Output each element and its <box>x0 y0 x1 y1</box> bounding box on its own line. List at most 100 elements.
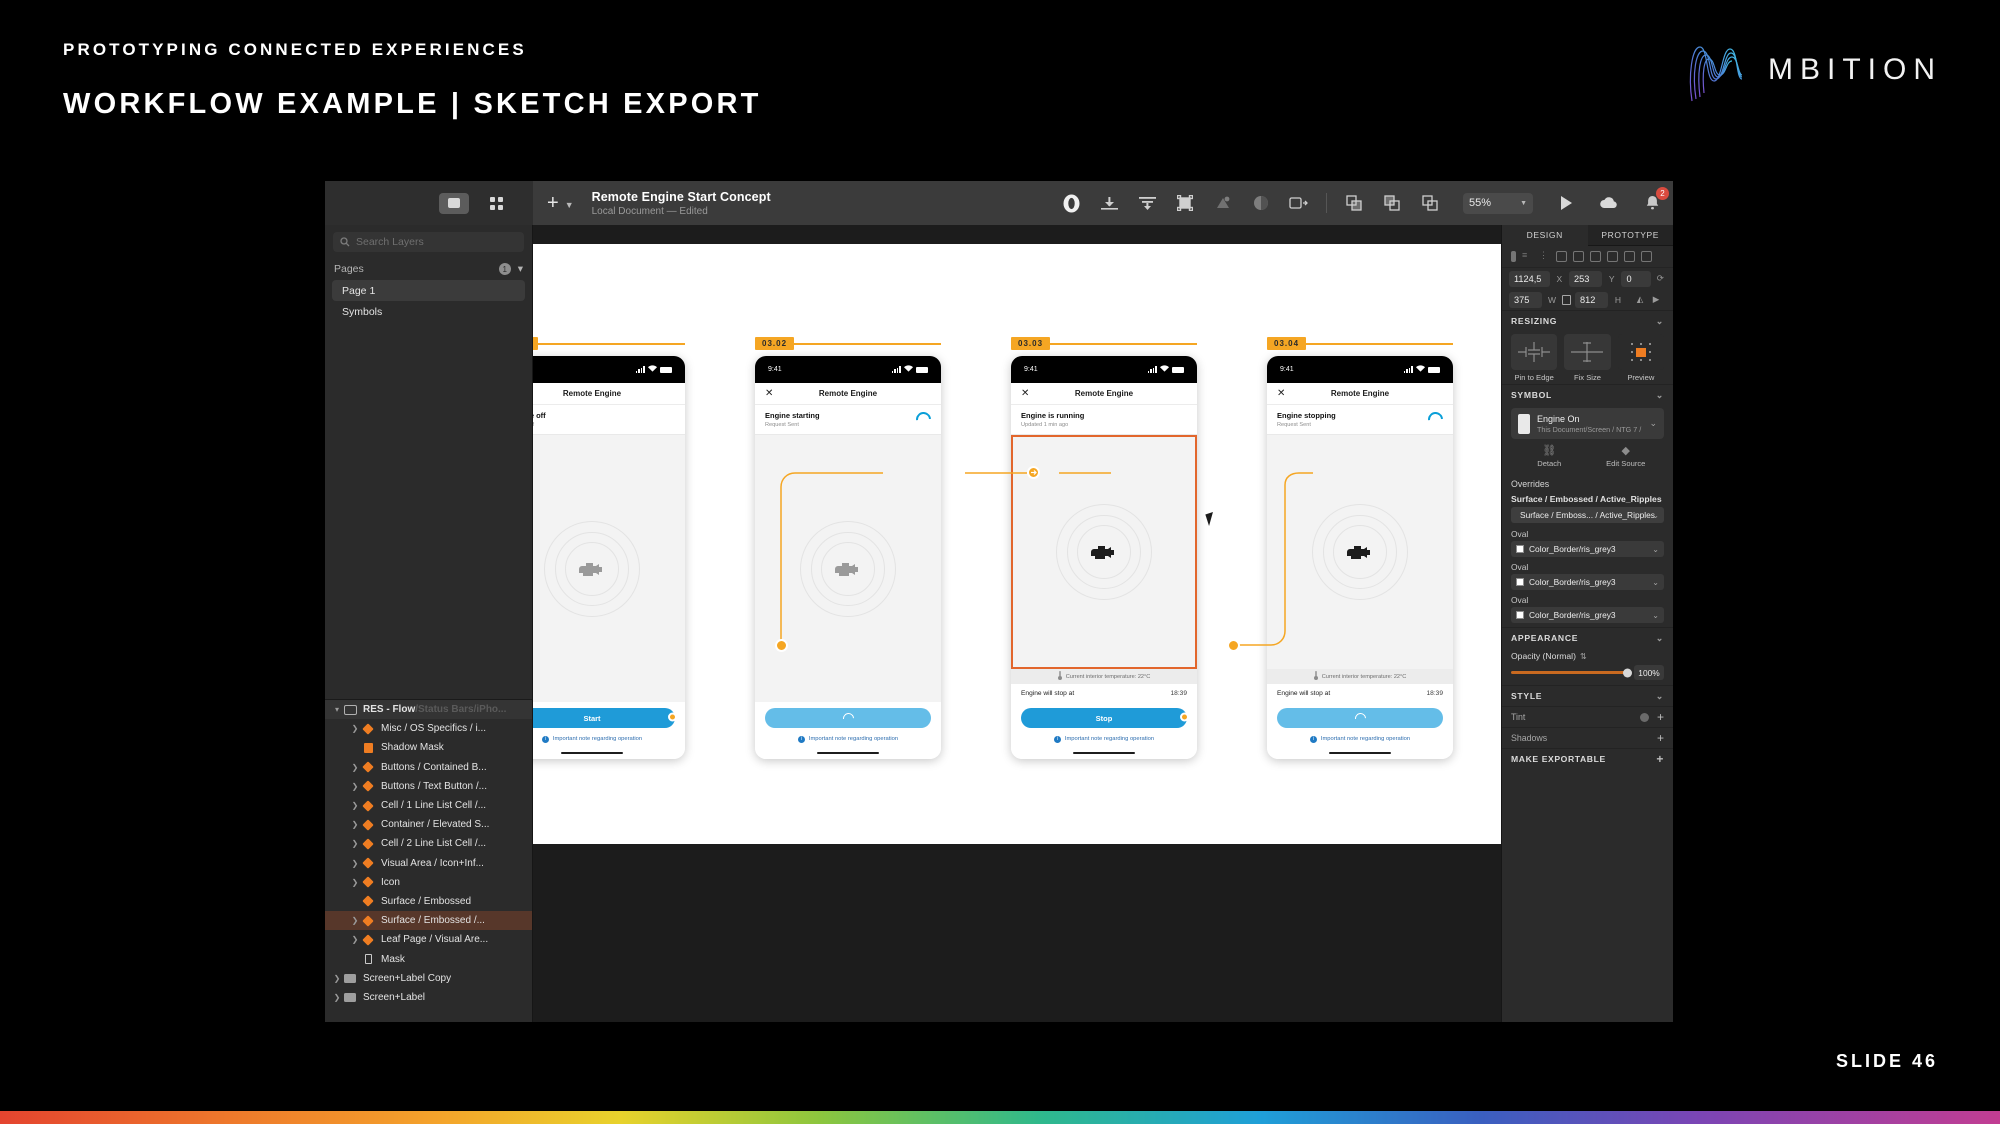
design-canvas[interactable]: 03.019:41Remote EngineEngine offEngine o… <box>533 225 1501 1022</box>
resize-preview-option[interactable]: Preview <box>1618 334 1664 382</box>
distribute-icon[interactable] <box>1098 192 1120 214</box>
override-color-select[interactable]: Color_Border/ris_grey3⌄ <box>1511 607 1664 623</box>
shadows-row[interactable]: Shadows + <box>1502 727 1673 748</box>
cloud-icon[interactable] <box>1598 192 1620 214</box>
chevron-down-icon[interactable]: ▾ <box>331 705 343 714</box>
layer-row[interactable]: ❯Buttons / Text Button /... <box>325 777 532 796</box>
grid-view-icon[interactable] <box>481 193 511 214</box>
tab-prototype[interactable]: PROTOTYPE <box>1588 225 1674 246</box>
engine-action-button[interactable]: Stop <box>1021 708 1187 728</box>
mask-icon[interactable] <box>1250 192 1272 214</box>
chevron-down-icon[interactable]: ⌄ <box>1656 691 1664 702</box>
chevron-right-icon[interactable]: ❯ <box>349 878 361 887</box>
layer-row[interactable]: ❯Cell / 2 Line List Cell /... <box>325 834 532 853</box>
align-icon[interactable] <box>1136 192 1158 214</box>
layer-row[interactable]: Mask <box>325 949 532 968</box>
override-color-select[interactable]: Color_Border/ris_grey3⌄ <box>1511 541 1664 557</box>
chevron-right-icon[interactable]: ❯ <box>349 859 361 868</box>
detach-button[interactable]: ⛓ Detach <box>1511 444 1588 468</box>
flip-horizontal-icon[interactable]: ◭ <box>1634 294 1646 305</box>
chevron-down-icon[interactable]: ⌄ <box>1656 316 1664 327</box>
chevron-right-icon[interactable]: ❯ <box>349 935 361 944</box>
artboard-view-icon[interactable] <box>439 193 469 214</box>
search-input[interactable]: Search Layers <box>333 232 524 252</box>
operation-note[interactable]: iImportant note regarding operation <box>755 731 941 747</box>
chevron-down-icon[interactable]: ▼ <box>565 200 574 210</box>
rotation-field[interactable]: 0 <box>1621 271 1650 287</box>
flatten-icon[interactable] <box>1212 192 1234 214</box>
x-field[interactable]: 1124,5 <box>1509 271 1550 287</box>
prototype-hotspot-node[interactable] <box>775 639 788 652</box>
chevron-right-icon[interactable]: ❯ <box>349 916 361 925</box>
distribute-v-icon[interactable] <box>1607 251 1618 262</box>
scale-icon[interactable] <box>1174 192 1196 214</box>
layer-row[interactable]: ❯Cell / 1 Line List Cell /... <box>325 796 532 815</box>
artboard[interactable]: 03.019:41Remote EngineEngine offEngine o… <box>533 356 685 759</box>
layer-row[interactable]: ❯Misc / OS Specifics / i... <box>325 719 532 738</box>
tab-design[interactable]: DESIGN <box>1502 225 1588 246</box>
align-top-icon[interactable] <box>1556 251 1567 262</box>
engine-hero-area[interactable] <box>1267 435 1453 669</box>
insert-button[interactable]: + <box>547 193 559 213</box>
flip-vertical-icon[interactable]: ▶ <box>1650 294 1662 305</box>
y-field[interactable]: 253 <box>1569 271 1602 287</box>
align-middle-icon[interactable] <box>1573 251 1584 262</box>
add-shadow-button[interactable]: + <box>1657 732 1664 744</box>
override-color-select[interactable]: Color_Border/ris_grey3⌄ <box>1511 574 1664 590</box>
subtract-icon[interactable] <box>1381 192 1403 214</box>
artboard[interactable]: 03.049:41✕Remote EngineEngine stoppingRe… <box>1267 356 1453 759</box>
layer-row[interactable]: ❯Icon <box>325 873 532 892</box>
width-field[interactable]: 375 <box>1509 292 1542 308</box>
artboard[interactable]: 03.029:41✕Remote EngineEngine startingRe… <box>755 356 941 759</box>
tint-row[interactable]: Tint + <box>1502 706 1673 727</box>
layer-row[interactable]: ❯Leaf Page / Visual Are... <box>325 930 532 949</box>
engine-action-button[interactable]: Start <box>533 708 675 728</box>
prototype-link-node[interactable] <box>1027 466 1040 479</box>
chevron-right-icon[interactable]: ❯ <box>331 993 343 1002</box>
close-icon[interactable]: ✕ <box>765 388 773 399</box>
chevron-down-icon[interactable]: ⌄ <box>1656 633 1664 644</box>
height-field[interactable]: 812 <box>1575 292 1608 308</box>
artboard-label[interactable]: 03.03 <box>1011 337 1050 350</box>
engine-hero-area[interactable] <box>533 435 685 702</box>
distribute-spacing-icon[interactable] <box>1624 251 1635 262</box>
layer-row[interactable]: ▾RES - Flow/Status Bars/iPho... <box>325 700 532 719</box>
chevron-right-icon[interactable]: ❯ <box>349 724 361 733</box>
close-icon[interactable]: ✕ <box>1277 388 1285 399</box>
prototype-hotspot-dot[interactable] <box>668 712 677 721</box>
chevron-right-icon[interactable]: ❯ <box>349 763 361 772</box>
artboard-label[interactable]: 03.04 <box>1267 337 1306 350</box>
add-export-button[interactable]: + <box>1656 753 1664 765</box>
engine-hero-area[interactable] <box>755 435 941 702</box>
artboard-label[interactable]: 03.01 <box>533 337 538 350</box>
lock-aspect-icon[interactable] <box>1562 295 1571 305</box>
layer-row[interactable]: ❯Screen+Label Copy <box>325 969 532 988</box>
distribute-h-icon[interactable]: ⋮ <box>1539 251 1550 262</box>
override-group-select[interactable]: Surface / Emboss... / Active_Ripples ⌄ <box>1511 507 1664 523</box>
chevron-right-icon[interactable]: ❯ <box>349 782 361 791</box>
operation-note[interactable]: iImportant note regarding operation <box>533 731 685 747</box>
union-icon[interactable] <box>1343 192 1365 214</box>
pin-to-edge-option[interactable]: Pin to Edge <box>1511 334 1557 382</box>
operation-note[interactable]: iImportant note regarding operation <box>1011 731 1197 747</box>
edit-source-button[interactable]: ◆ Edit Source <box>1588 444 1665 468</box>
chevron-down-icon[interactable]: ⌄ <box>1656 390 1664 401</box>
symbol-selector[interactable]: Engine On This Document/Screen / NTG 7 /… <box>1511 408 1664 439</box>
make-exportable-row[interactable]: MAKE EXPORTABLE + <box>1502 748 1673 769</box>
artboard[interactable]: 03.039:41✕Remote EngineEngine is running… <box>1011 356 1197 759</box>
chevron-right-icon[interactable]: ❯ <box>349 820 361 829</box>
fix-size-option[interactable]: Fix Size <box>1564 334 1610 382</box>
artboard-label[interactable]: 03.02 <box>755 337 794 350</box>
play-icon[interactable] <box>1555 192 1577 214</box>
add-tint-button[interactable]: + <box>1657 711 1664 723</box>
rotate-copy-icon[interactable] <box>1288 192 1310 214</box>
align-center-h-icon[interactable]: ≡ <box>1522 251 1533 262</box>
insert-shape-icon[interactable] <box>1060 192 1082 214</box>
engine-action-button[interactable] <box>765 708 931 728</box>
zoom-selector[interactable]: 55% ▼ <box>1463 193 1533 214</box>
close-icon[interactable]: ✕ <box>1021 388 1029 399</box>
align-right-icon[interactable] <box>1641 251 1652 262</box>
layer-row[interactable]: ❯Surface / Embossed /... <box>325 911 532 930</box>
layer-row[interactable]: ❯Container / Elevated S... <box>325 815 532 834</box>
page-item[interactable]: Symbols <box>332 301 525 322</box>
